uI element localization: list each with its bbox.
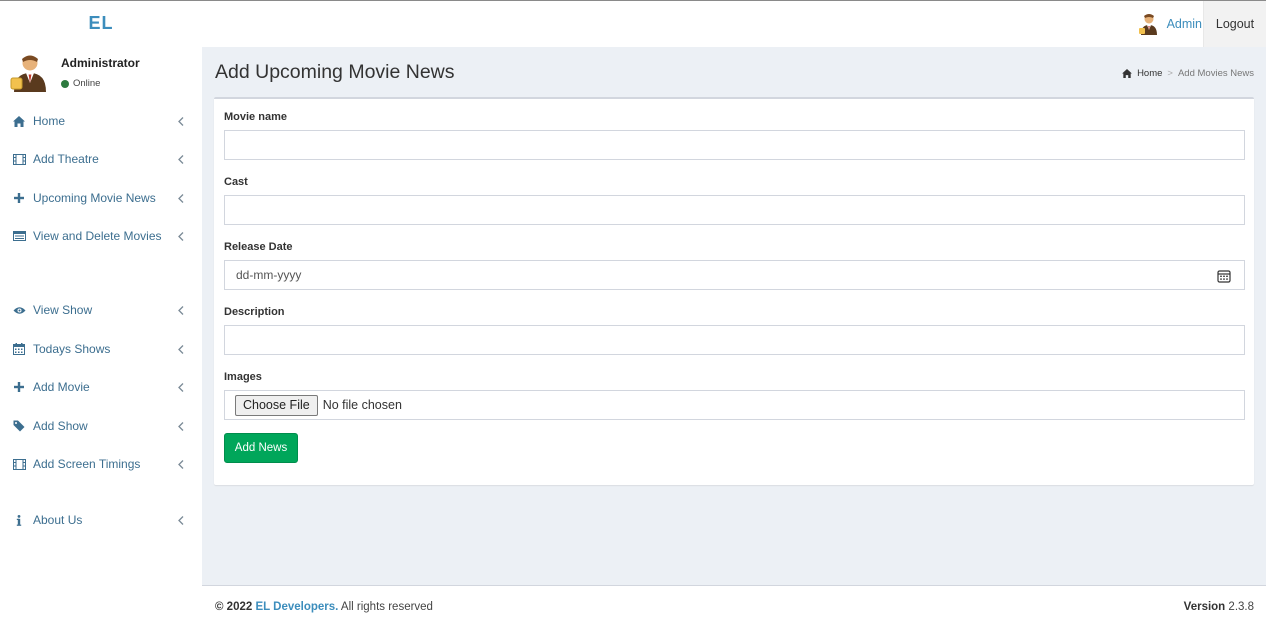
images-label: Images xyxy=(224,371,262,383)
cast-input[interactable] xyxy=(224,195,1245,225)
cast-label: Cast xyxy=(224,176,248,188)
user-avatar-icon xyxy=(10,55,46,92)
user-panel: Administrator Online xyxy=(0,47,202,99)
version-label: Version xyxy=(1183,601,1226,613)
home-icon xyxy=(1122,69,1132,78)
eye-icon xyxy=(12,303,26,317)
movie-name-input[interactable] xyxy=(224,130,1245,160)
header-user-name[interactable]: Admin xyxy=(1167,17,1202,31)
admin-avatar-icon xyxy=(1138,14,1157,35)
calendar-icon xyxy=(12,342,26,356)
breadcrumb-home-link[interactable]: Home xyxy=(1122,68,1162,79)
user-status: Online xyxy=(61,78,100,89)
status-dot-icon xyxy=(61,79,69,88)
user-name: Administrator xyxy=(61,56,140,70)
copyright-year: © 2022 xyxy=(215,601,253,613)
release-date-input[interactable]: dd-mm-yyyy xyxy=(224,260,1245,290)
news-form-box: Movie name Cast Release Date dd-mm-yyyy … xyxy=(214,97,1254,485)
sidebar-item-view-and-delete-movies[interactable]: View and Delete Movies xyxy=(0,223,202,249)
sidebar-item-label: View and Delete Movies xyxy=(33,229,162,243)
sidebar-item-add-theatre[interactable]: Add Theatre xyxy=(0,146,202,172)
list-icon xyxy=(12,229,26,243)
sidebar-item-add-movie[interactable]: Add Movie xyxy=(0,374,202,400)
chevron-left-icon xyxy=(177,303,185,317)
sidebar-item-label: Todays Shows xyxy=(33,342,111,356)
sidebar-item-about-us[interactable]: About Us xyxy=(0,507,202,533)
chevron-left-icon xyxy=(177,419,185,433)
calendar-picker-icon[interactable] xyxy=(1217,269,1231,283)
version-value: 2.3.8 xyxy=(1228,601,1254,613)
sidebar-item-label: Add Screen Timings xyxy=(33,457,141,471)
add-news-button[interactable]: Add News xyxy=(224,433,298,463)
chevron-left-icon xyxy=(177,513,185,527)
chevron-left-icon xyxy=(177,152,185,166)
sidebar-item-label: Home xyxy=(33,114,66,128)
sidebar-item-home[interactable]: Home xyxy=(0,108,202,134)
sidebar-item-label: Add Show xyxy=(33,419,88,433)
sidebar-item-label: Add Theatre xyxy=(33,152,99,166)
film-icon xyxy=(12,457,26,471)
sidebar-item-add-screen-timings[interactable]: Add Screen Timings xyxy=(0,451,202,477)
film-icon xyxy=(12,152,26,166)
top-header: EL Admin Logout xyxy=(0,0,1266,47)
chevron-left-icon xyxy=(177,380,185,394)
ticket-icon xyxy=(12,419,26,433)
sidebar-item-label: Upcoming Movie News xyxy=(33,191,156,205)
main-content: Add Upcoming Movie News Home > Add Movie… xyxy=(202,47,1266,585)
release-date-placeholder: dd-mm-yyyy xyxy=(236,268,302,282)
footer: © 2022 EL Developers. All rights reserve… xyxy=(202,585,1266,623)
chevron-left-icon xyxy=(177,457,185,471)
header-user-menu[interactable]: Admin xyxy=(1138,1,1202,47)
plus-icon xyxy=(12,380,26,394)
sidebar-item-todays-shows[interactable]: Todays Shows xyxy=(0,336,202,362)
breadcrumb-separator: > xyxy=(1167,68,1173,79)
sidebar-item-label: About Us xyxy=(33,513,83,527)
home-icon xyxy=(12,114,26,128)
sidebar-item-upcoming-movie-news[interactable]: Upcoming Movie News xyxy=(0,185,202,211)
images-file-input: Choose File No file chosen xyxy=(224,390,1245,420)
footer-rights: All rights reserved xyxy=(340,601,433,613)
chevron-left-icon xyxy=(177,342,185,356)
breadcrumb-current: Add Movies News xyxy=(1177,68,1254,79)
chevron-left-icon xyxy=(177,229,185,243)
sidebar-item-view-show[interactable]: View Show xyxy=(0,297,202,323)
release-date-label: Release Date xyxy=(224,241,293,253)
movie-name-label: Movie name xyxy=(224,111,287,123)
chevron-left-icon xyxy=(177,191,185,205)
user-status-text: Online xyxy=(73,78,101,89)
breadcrumb: Home > Add Movies News xyxy=(1122,68,1254,79)
footer-copyright: © 2022 EL Developers. All rights reserve… xyxy=(215,601,433,613)
footer-version: Version 2.3.8 xyxy=(1184,601,1254,613)
sidebar-item-add-show[interactable]: Add Show xyxy=(0,413,202,439)
description-input[interactable] xyxy=(224,325,1245,355)
chevron-left-icon xyxy=(177,114,185,128)
sidebar: Administrator Online Home Add Theatre Up… xyxy=(0,47,202,623)
app-logo[interactable]: EL xyxy=(0,1,202,47)
sidebar-item-label: Add Movie xyxy=(33,380,90,394)
choose-file-button[interactable]: Choose File xyxy=(235,394,318,416)
page-title: Add Upcoming Movie News xyxy=(215,61,455,83)
no-file-text: No file chosen xyxy=(322,398,402,412)
footer-brand-link[interactable]: EL Developers. xyxy=(255,601,338,613)
description-label: Description xyxy=(224,306,285,318)
info-icon xyxy=(12,513,26,527)
logout-button[interactable]: Logout xyxy=(1203,1,1266,47)
breadcrumb-home-label: Home xyxy=(1137,68,1163,79)
plus-icon xyxy=(12,191,26,205)
sidebar-item-label: View Show xyxy=(33,303,93,317)
